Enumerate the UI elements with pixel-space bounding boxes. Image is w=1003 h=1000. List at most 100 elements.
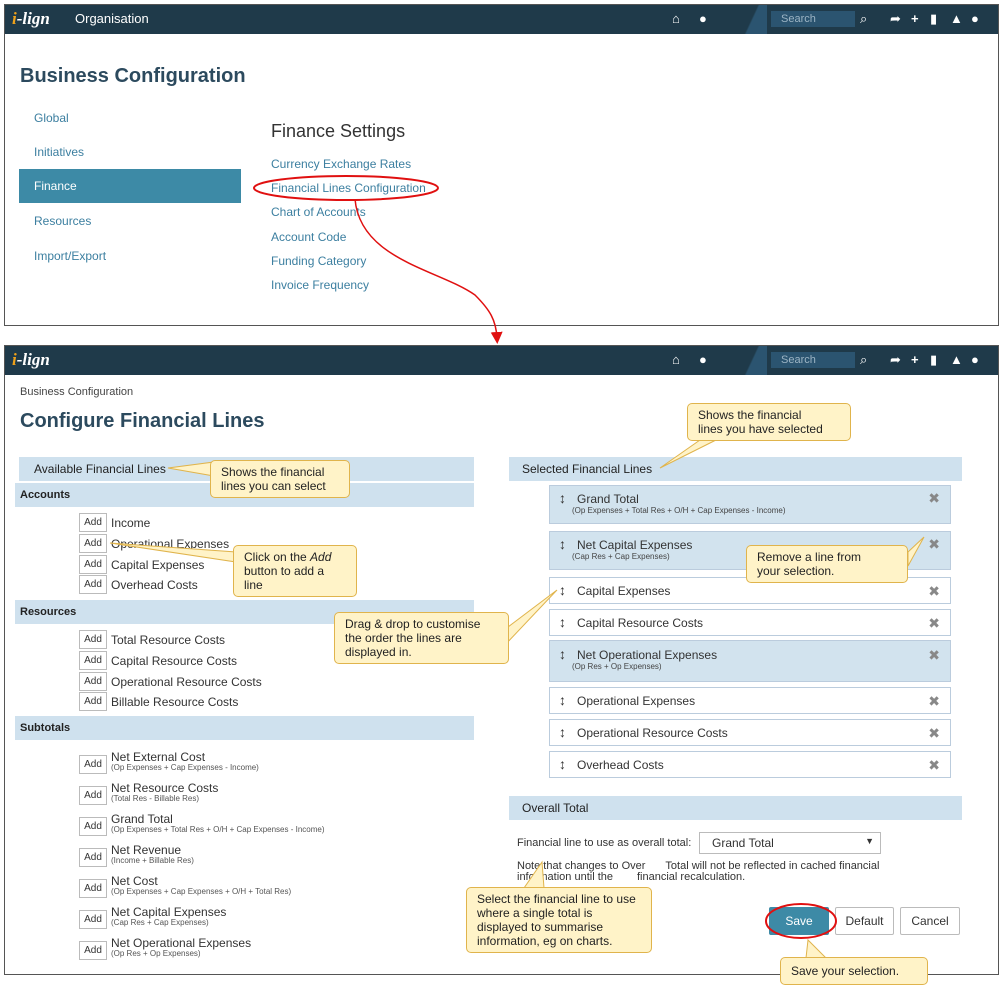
share-icon[interactable]: ➦ (890, 352, 901, 368)
available-line-label: Billable Resource Costs (111, 695, 239, 709)
remove-icon[interactable]: ✖ (928, 757, 940, 774)
user-icon[interactable]: ● (971, 11, 979, 27)
selected-line-label: Operational Expenses (577, 694, 696, 708)
breadcrumb[interactable]: Business Configuration (20, 386, 133, 398)
add-button[interactable]: Add (79, 555, 107, 574)
navbar-divider (737, 5, 767, 34)
selected-line[interactable]: ↕ Operational Resource Costs ✖ (549, 719, 951, 746)
drag-handle-icon[interactable]: ↕ (559, 583, 566, 597)
share-icon[interactable]: ➦ (890, 11, 901, 27)
selected-line[interactable]: ↕ Net Operational Expenses (Op Res + Op … (549, 640, 951, 682)
selected-line[interactable]: ↕ Operational Expenses ✖ (549, 687, 951, 714)
bookmark-icon[interactable]: ▮ (930, 11, 937, 27)
nav-initiatives[interactable]: Initiatives (19, 135, 241, 169)
drag-handle-icon[interactable]: ↕ (559, 757, 566, 771)
add-button[interactable]: Add (79, 755, 107, 774)
drag-handle-icon[interactable]: ↕ (559, 693, 566, 707)
available-line-label: Total Resource Costs (111, 633, 226, 647)
add-button[interactable]: Add (79, 817, 107, 836)
add-button[interactable]: Add (79, 848, 107, 867)
bell-icon[interactable]: ▲ (950, 352, 963, 368)
add-button[interactable]: Add (79, 910, 107, 929)
home-icon[interactable]: ⌂ (672, 11, 680, 27)
remove-icon[interactable]: ✖ (928, 693, 940, 710)
link-account-code[interactable]: Account Code (271, 230, 346, 244)
search-input[interactable]: Search (771, 11, 855, 27)
add-button[interactable]: Add (79, 575, 107, 594)
link-currency-exchange-rates[interactable]: Currency Exchange Rates (271, 157, 411, 171)
add-button[interactable]: Add (79, 672, 107, 691)
add-button[interactable]: Add (79, 879, 107, 898)
drag-handle-icon[interactable]: ↕ (559, 491, 566, 505)
drag-handle-icon[interactable]: ↕ (559, 537, 566, 551)
bookmark-icon[interactable]: ▮ (930, 352, 937, 368)
nav-finance[interactable]: Finance (19, 169, 241, 203)
brand-logo[interactable]: i-lign (12, 350, 50, 370)
selected-line-label: Grand Total (577, 492, 639, 506)
selected-line-label: Operational Resource Costs (577, 726, 728, 740)
remove-icon[interactable]: ✖ (928, 615, 940, 632)
subtotals-subheader: Subtotals (15, 716, 474, 740)
globe-icon[interactable]: ● (699, 11, 707, 27)
drag-handle-icon[interactable]: ↕ (559, 615, 566, 629)
callout-available: Shows the financial lines you can select (210, 460, 350, 498)
search-input[interactable]: Search (771, 352, 855, 368)
overall-total-value: Grand Total (712, 836, 774, 850)
page-title: Configure Financial Lines (20, 410, 265, 432)
add-button[interactable]: Add (79, 651, 107, 670)
bell-icon[interactable]: ▲ (950, 11, 963, 27)
brand-logo[interactable]: i-lign (12, 9, 50, 29)
top-navbar: i-lign Organisation ⌂ ● Search ⌕ ➦ + ▮ ▲… (5, 5, 998, 34)
selected-line-formula: (Cap Res + Cap Expenses) (572, 552, 670, 561)
overall-total-select[interactable]: Grand Total ▼ (699, 832, 881, 854)
remove-icon[interactable]: ✖ (928, 583, 940, 600)
available-line-label: Net Cost (Op Expenses + Cap Expenses + O/… (111, 874, 292, 896)
selected-line-label: Capital Expenses (577, 584, 671, 598)
navbar-divider (737, 346, 767, 375)
nav-import-export[interactable]: Import/Export (19, 239, 241, 273)
globe-icon[interactable]: ● (699, 352, 707, 368)
user-icon[interactable]: ● (971, 352, 979, 368)
selected-line-formula: (Op Res + Op Expenses) (572, 662, 662, 671)
add-icon[interactable]: + (911, 352, 919, 368)
remove-icon[interactable]: ✖ (928, 725, 940, 742)
callout-remove: Remove a line from your selection. (746, 545, 908, 583)
add-icon[interactable]: + (911, 11, 919, 27)
add-button[interactable]: Add (79, 692, 107, 711)
add-button[interactable]: Add (79, 534, 107, 553)
cancel-button[interactable]: Cancel (900, 907, 960, 935)
link-financial-lines-configuration[interactable]: Financial Lines Configuration (271, 181, 426, 195)
remove-icon[interactable]: ✖ (928, 647, 940, 664)
available-line-label: Net External Cost (Op Expenses + Cap Expe… (111, 750, 259, 772)
link-funding-category[interactable]: Funding Category (271, 254, 366, 268)
selected-lines-header: Selected Financial Lines (509, 457, 962, 481)
remove-icon[interactable]: ✖ (928, 490, 940, 507)
selected-line[interactable]: ↕ Overhead Costs ✖ (549, 751, 951, 778)
available-line-label: Capital Resource Costs (111, 654, 238, 668)
selected-line[interactable]: ↕ Grand Total (Op Expenses + Total Res +… (549, 485, 951, 524)
callout-add: Click on the Add button to add a line (233, 545, 357, 597)
save-button[interactable]: Save (769, 907, 829, 935)
available-line-label: Overhead Costs (111, 578, 198, 592)
add-button[interactable]: Add (79, 630, 107, 649)
selected-line[interactable]: ↕ Capital Resource Costs ✖ (549, 609, 951, 636)
link-chart-of-accounts[interactable]: Chart of Accounts (271, 205, 366, 219)
page-title: Business Configuration (20, 65, 246, 87)
available-line-label: Operational Resource Costs (111, 675, 262, 689)
default-button[interactable]: Default (835, 907, 894, 935)
link-invoice-frequency[interactable]: Invoice Frequency (271, 278, 369, 292)
available-line-label: Capital Expenses (111, 558, 205, 572)
search-icon[interactable]: ⌕ (860, 11, 867, 27)
search-icon[interactable]: ⌕ (860, 352, 867, 368)
add-button[interactable]: Add (79, 513, 107, 532)
nav-resources[interactable]: Resources (19, 204, 241, 238)
remove-icon[interactable]: ✖ (928, 536, 940, 553)
add-button[interactable]: Add (79, 941, 107, 960)
home-icon[interactable]: ⌂ (672, 352, 680, 368)
drag-handle-icon[interactable]: ↕ (559, 725, 566, 739)
drag-handle-icon[interactable]: ↕ (559, 647, 566, 661)
selected-line-formula: (Op Expenses + Total Res + O/H + Cap Exp… (572, 506, 786, 515)
add-button[interactable]: Add (79, 786, 107, 805)
nav-global[interactable]: Global (19, 101, 241, 135)
selected-line-label: Net Capital Expenses (577, 538, 693, 552)
